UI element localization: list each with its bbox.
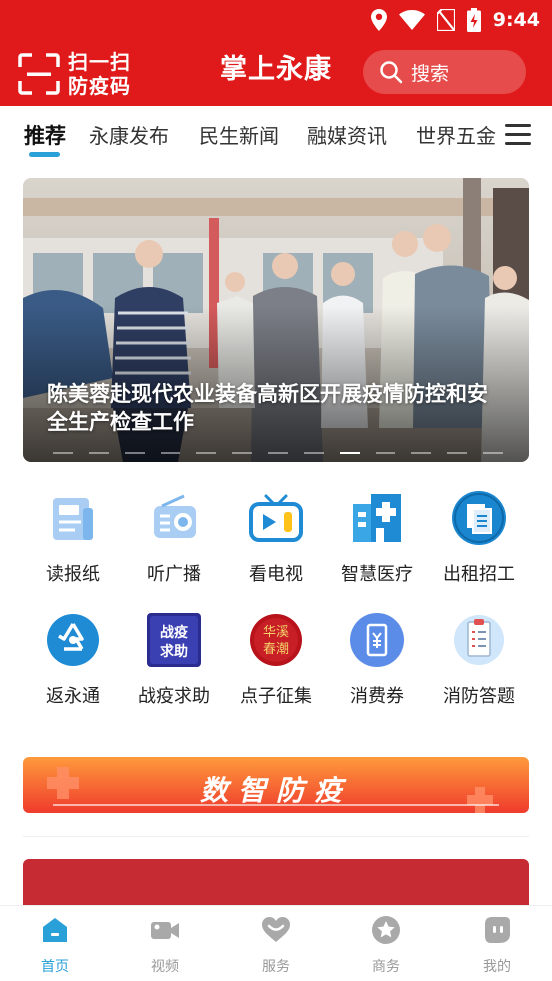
heart-icon	[262, 917, 290, 942]
active-tab-indicator	[29, 152, 60, 157]
nav-video[interactable]: 视频	[110, 914, 220, 976]
service-rent-recruit[interactable]: 出租招工	[427, 490, 531, 586]
recycle-icon	[47, 614, 99, 666]
banner-caption: 陈美蓉赴现代农业装备高新区开展疫情防控和安全生产检查工作	[47, 382, 488, 434]
service-listen-radio[interactable]: 听广播	[122, 490, 226, 586]
radio-icon	[154, 494, 196, 538]
menu-icon[interactable]	[505, 124, 531, 146]
nav-home[interactable]: 首页	[0, 914, 110, 976]
service-smart-medical[interactable]: 智慧医疗	[325, 490, 429, 586]
nav-label: 服务	[262, 959, 290, 975]
service-return-yongkang[interactable]: 返永通	[21, 612, 125, 708]
star-icon	[372, 916, 400, 944]
service-label: 点子征集	[240, 686, 312, 707]
service-label: 听广播	[147, 564, 201, 585]
search-label: 搜索	[411, 62, 450, 85]
status-time: 9:44	[492, 9, 540, 31]
nav-label: 视频	[151, 959, 179, 975]
scan-text: 扫一扫 防疫码	[68, 50, 131, 98]
app-header: 扫一扫 防疫码 掌上永康 搜索	[0, 40, 552, 106]
tab-livelihood-news[interactable]: 民生新闻	[199, 120, 279, 149]
tab-world-hardware[interactable]: 世界五金	[416, 120, 496, 149]
divider	[23, 836, 529, 837]
coupon-icon	[350, 613, 404, 667]
nav-profile[interactable]: 我的	[442, 914, 552, 976]
clipboard-icon	[454, 615, 504, 665]
profile-icon	[485, 917, 510, 943]
tab-recommend[interactable]: 推荐	[24, 120, 66, 150]
idea-seal-bottom: 春潮	[263, 642, 289, 657]
nav-business[interactable]: 商务	[331, 914, 441, 976]
service-epidemic-help[interactable]: 战疫 求助 战疫求助	[122, 612, 226, 708]
help-badge-icon: 战疫 求助	[147, 613, 201, 667]
location-icon	[370, 9, 387, 31]
service-label: 看电视	[249, 564, 303, 585]
home-icon	[43, 918, 67, 942]
battery-charging-icon	[466, 8, 481, 32]
search-icon	[380, 61, 403, 84]
scan-label-line2: 防疫码	[68, 74, 131, 98]
status-icons: 9:44	[370, 6, 540, 34]
service-consumption-coupon[interactable]: 消费券	[325, 612, 429, 708]
document-icon	[452, 491, 506, 545]
service-label: 读报纸	[46, 564, 100, 585]
service-label: 战疫求助	[138, 686, 210, 707]
promo-title: 数智防疫	[199, 774, 352, 807]
banner-pagination[interactable]	[53, 452, 503, 455]
video-icon	[151, 922, 179, 939]
nav-label: 首页	[41, 959, 69, 975]
news-banner[interactable]: 陈美蓉赴现代农业装备高新区开展疫情防控和安全生产检查工作	[23, 178, 529, 462]
service-fire-quiz[interactable]: 消防答题	[427, 612, 531, 708]
app-title: 掌上永康	[220, 54, 332, 85]
help-badge-top: 战疫	[160, 624, 188, 641]
status-bar: 9:44	[0, 0, 552, 40]
newspaper-icon	[53, 498, 93, 540]
scan-code-button[interactable]: 扫一扫 防疫码	[18, 48, 131, 100]
no-sim-icon	[436, 9, 455, 31]
service-idea-collection[interactable]: 华溪 春潮 点子征集	[224, 612, 328, 708]
service-read-newspaper[interactable]: 读报纸	[21, 490, 125, 586]
nav-label: 商务	[372, 959, 400, 975]
idea-seal-icon: 华溪 春潮	[250, 614, 302, 666]
nav-label: 我的	[483, 959, 511, 975]
hospital-icon	[353, 494, 401, 542]
service-label: 返永通	[46, 686, 100, 707]
scan-label-line1: 扫一扫	[68, 50, 131, 74]
service-label: 消费券	[350, 686, 404, 707]
digital-epidemic-banner[interactable]: 数智防疫	[23, 757, 529, 813]
wifi-icon	[398, 10, 425, 30]
service-label: 出租招工	[443, 564, 515, 585]
search-box[interactable]: 搜索	[363, 50, 526, 94]
service-label: 消防答题	[443, 686, 515, 707]
idea-seal-top: 华溪	[263, 625, 289, 640]
scan-icon	[18, 53, 60, 95]
tab-media-info[interactable]: 融媒资讯	[307, 120, 387, 149]
service-watch-tv[interactable]: 看电视	[224, 490, 328, 586]
category-tabs: 推荐 永康发布 民生新闻 融媒资讯 世界五金	[0, 106, 552, 162]
tv-icon	[249, 494, 303, 542]
service-label: 智慧医疗	[341, 564, 413, 585]
nav-service[interactable]: 服务	[221, 914, 331, 976]
bottom-nav: 首页 视频 服务 商务 我的	[0, 905, 552, 981]
tab-yongkang-release[interactable]: 永康发布	[89, 120, 169, 149]
help-badge-bottom: 求助	[160, 643, 188, 660]
